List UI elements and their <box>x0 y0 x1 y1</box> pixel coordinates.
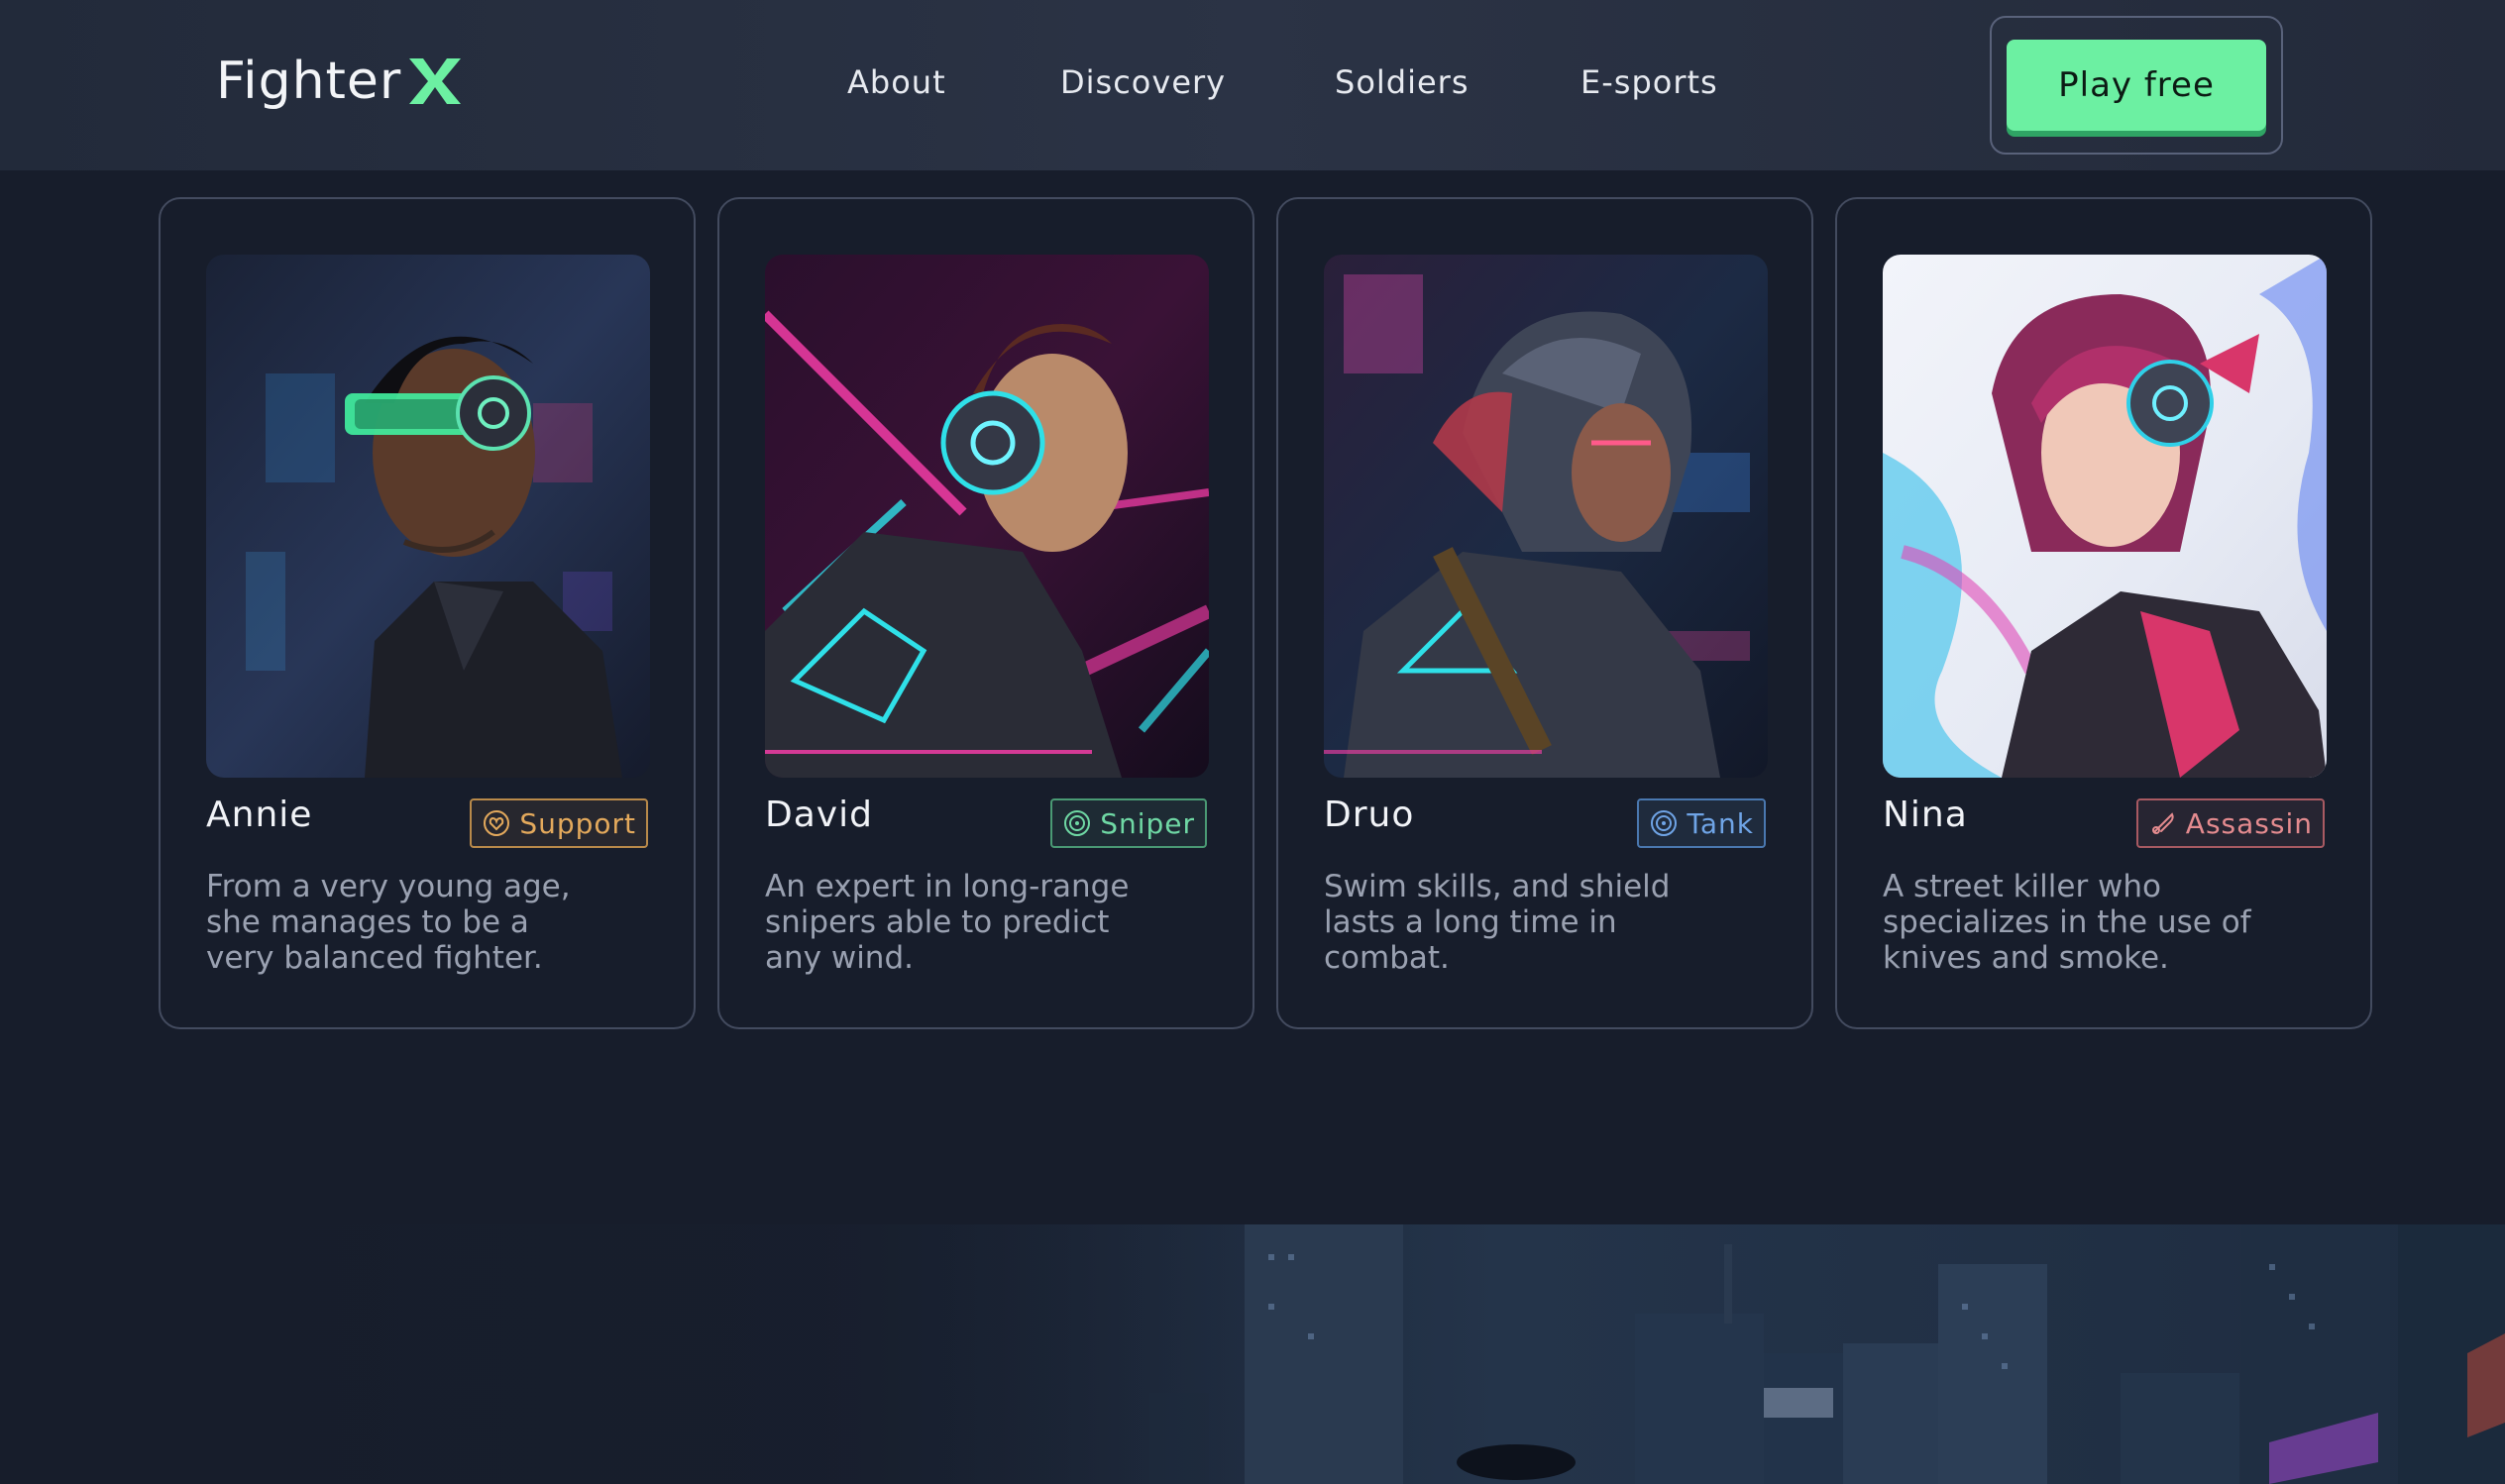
target-icon <box>1064 810 1091 836</box>
fighter-card-david[interactable]: David Sniper An expert in long-range sni… <box>717 197 1254 1029</box>
role-badge-sniper: Sniper <box>1050 798 1207 848</box>
role-label: Tank <box>1687 806 1754 840</box>
heart-shield-icon <box>484 810 510 836</box>
site-header: Fighter About Discovery Soldiers E-sport… <box>0 0 2505 170</box>
fighter-name: Druo <box>1324 795 1415 835</box>
fighter-description: From a very young age, she manages to be… <box>206 869 571 976</box>
target-icon <box>1651 810 1678 836</box>
role-badge-assassin: Assassin <box>2135 798 2325 848</box>
role-label: Assassin <box>2185 806 2313 840</box>
fighter-description: A street killer who specializes in the u… <box>1883 869 2251 976</box>
fighter-description: An expert in long-range snipers able to … <box>765 869 1130 976</box>
fighter-portrait-druo <box>1324 255 1768 778</box>
brand-logo[interactable]: Fighter <box>216 52 462 111</box>
fighter-portrait-annie <box>206 255 650 778</box>
nav-link-esports[interactable]: E-sports <box>1580 57 1718 107</box>
fighter-card-annie[interactable]: Annie Support From a very young age, she… <box>159 197 696 1029</box>
brand-name: Fighter <box>216 52 402 111</box>
city-skyline-image <box>0 1224 2505 1484</box>
role-badge-tank: Tank <box>1637 798 1766 848</box>
fighter-name: David <box>765 795 873 835</box>
fighter-card-nina[interactable]: Nina Assassin A street killer who specia… <box>1835 197 2372 1029</box>
fighter-name: Nina <box>1883 795 1968 835</box>
fighter-portrait-david <box>765 255 1209 778</box>
play-free-button[interactable]: Play free <box>2007 40 2266 131</box>
nav-link-about[interactable]: About <box>847 57 946 107</box>
fighter-card-druo[interactable]: Druo Tank Swim skills, and shield lasts … <box>1276 197 1813 1029</box>
knife-icon <box>2151 812 2174 834</box>
role-label: Support <box>519 806 636 840</box>
role-label: Sniper <box>1100 806 1195 840</box>
fighter-name: Annie <box>206 795 313 835</box>
fighter-description: Swim skills, and shield lasts a long tim… <box>1324 869 1671 976</box>
role-badge-support: Support <box>470 798 648 848</box>
fighter-portrait-nina <box>1883 255 2327 778</box>
nav-link-soldiers[interactable]: Soldiers <box>1335 57 1470 107</box>
nav-link-discovery[interactable]: Discovery <box>1060 57 1226 107</box>
brand-x-icon <box>409 58 462 104</box>
